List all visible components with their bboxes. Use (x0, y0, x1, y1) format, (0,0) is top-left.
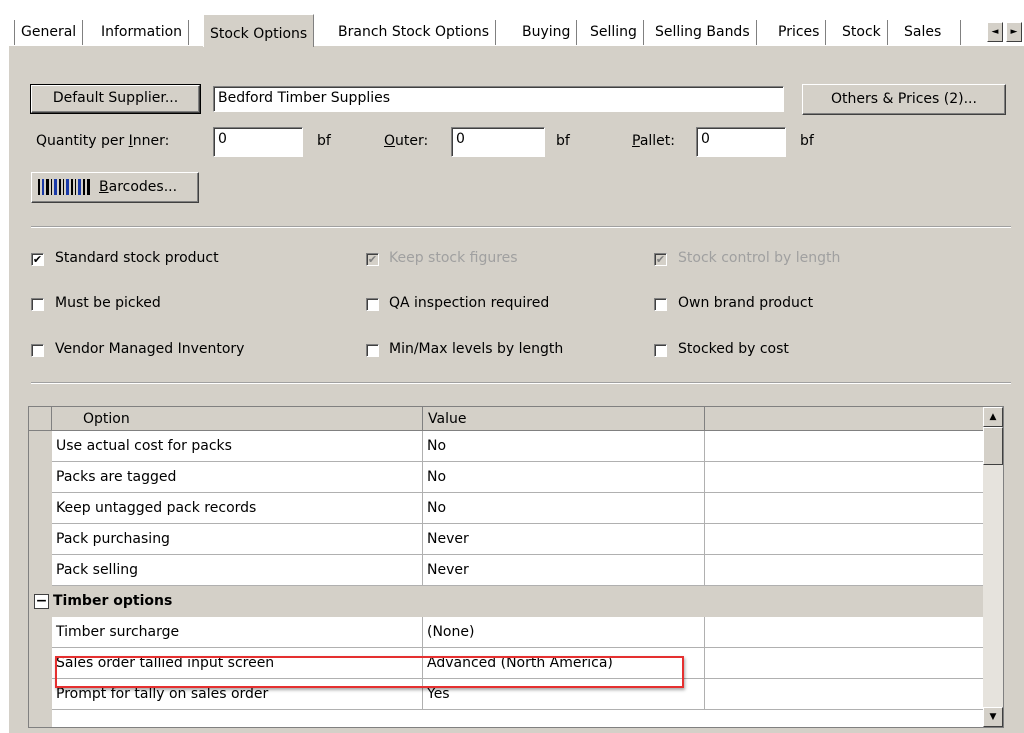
outer-unit-label: bf (556, 133, 570, 149)
tab-scroll-right-icon[interactable]: ► (1006, 22, 1022, 42)
default-supplier-button[interactable]: Default Supplier... (30, 84, 201, 114)
collapse-group-icon[interactable]: − (34, 594, 49, 609)
grid-header-extra[interactable] (705, 407, 985, 431)
table-row-value[interactable]: No (423, 493, 705, 524)
table-row-option[interactable]: Pack purchasing (52, 524, 423, 555)
table-row-option[interactable]: Pack selling (52, 555, 423, 586)
table-row-value[interactable]: Never (423, 524, 705, 555)
stocked-by-cost-checkbox[interactable] (654, 344, 667, 357)
tab-bar: General Information Stock Options Branch… (0, 0, 1024, 47)
table-row-extra[interactable] (705, 555, 985, 586)
table-row-option[interactable]: Keep untagged pack records (52, 493, 423, 524)
grid-scrollbar[interactable]: ▲ ▼ (983, 407, 1003, 727)
group-title: Timber options (53, 593, 173, 609)
separator-2 (31, 382, 1011, 384)
tab-stock[interactable]: Stock (836, 20, 888, 46)
tab-stock-options[interactable]: Stock Options (203, 14, 315, 47)
grid-indent-2 (29, 617, 52, 727)
table-row-value[interactable]: Never (423, 555, 705, 586)
table-row-option[interactable]: Timber surcharge (52, 617, 423, 648)
pallet-unit-label: bf (800, 133, 814, 149)
quantity-per-inner-label: Quantity per Inner: (36, 133, 170, 149)
own-brand-product-checkbox[interactable] (654, 298, 667, 311)
scroll-up-icon[interactable]: ▲ (983, 407, 1003, 427)
qa-inspection-required-label: QA inspection required (389, 295, 550, 311)
table-row-extra[interactable] (705, 524, 985, 555)
table-row-extra[interactable] (705, 431, 985, 462)
stock-control-by-length-checkbox: ✔ (654, 253, 667, 266)
grid-header-corner (29, 407, 52, 431)
table-row-option[interactable]: Use actual cost for packs (52, 431, 423, 462)
group-row-timber-options[interactable]: Timber options (29, 586, 985, 617)
tab-branch-stock-options[interactable]: Branch Stock Options (332, 20, 497, 46)
scroll-down-icon[interactable]: ▼ (983, 707, 1003, 727)
outer-quantity-field[interactable]: 0 (451, 127, 545, 157)
grid-header-value[interactable]: Value (423, 407, 705, 431)
tab-prices[interactable]: Prices (772, 20, 827, 46)
tab-selling[interactable]: Selling (584, 20, 644, 46)
keep-stock-figures-label: Keep stock figures (389, 250, 518, 266)
inner-quantity-field[interactable]: 0 (213, 127, 303, 157)
table-row-value[interactable]: (None) (423, 617, 705, 648)
tab-information[interactable]: Information (95, 20, 190, 46)
barcodes-button[interactable]: Barcodes... (31, 172, 199, 203)
standard-stock-product-label: Standard stock product (55, 250, 219, 266)
table-row-extra[interactable] (705, 679, 985, 710)
barcode-icon (38, 179, 90, 195)
min-max-levels-by-length-checkbox[interactable] (366, 344, 379, 357)
others-and-prices-button[interactable]: Others & Prices (2)... (802, 84, 1006, 115)
stock-control-by-length-label: Stock control by length (678, 250, 841, 266)
tab-sales[interactable]: Sales (898, 20, 961, 46)
tab-general[interactable]: General (14, 20, 84, 46)
tab-selling-bands[interactable]: Selling Bands (649, 20, 757, 46)
own-brand-product-label: Own brand product (678, 295, 814, 311)
tab-buying[interactable]: Buying (516, 20, 578, 46)
tab-scroll-left-icon[interactable]: ◄ (987, 22, 1003, 42)
table-row-extra[interactable] (705, 648, 985, 679)
inner-unit-label: bf (317, 133, 331, 149)
default-supplier-field[interactable]: Bedford Timber Supplies (213, 86, 784, 112)
pallet-label: Pallet: (632, 133, 676, 149)
min-max-levels-by-length-label: Min/Max levels by length (389, 341, 564, 357)
must-be-picked-label: Must be picked (55, 295, 161, 311)
table-row-value[interactable]: No (423, 431, 705, 462)
table-row-extra[interactable] (705, 493, 985, 524)
outer-label: Outer: (384, 133, 429, 149)
highlight-annotation (55, 656, 684, 688)
standard-stock-product-checkbox[interactable]: ✔ (31, 253, 44, 266)
must-be-picked-checkbox[interactable] (31, 298, 44, 311)
table-row-value[interactable]: No (423, 462, 705, 493)
vendor-managed-inventory-checkbox[interactable] (31, 344, 44, 357)
table-row-extra[interactable] (705, 462, 985, 493)
scroll-thumb[interactable] (983, 427, 1003, 465)
keep-stock-figures-checkbox: ✔ (366, 253, 379, 266)
table-row-option[interactable]: Packs are tagged (52, 462, 423, 493)
table-row-extra[interactable] (705, 617, 985, 648)
separator-1 (31, 226, 1011, 228)
stocked-by-cost-label: Stocked by cost (678, 341, 789, 357)
pallet-quantity-field[interactable]: 0 (696, 127, 786, 157)
qa-inspection-required-checkbox[interactable] (366, 298, 379, 311)
vendor-managed-inventory-label: Vendor Managed Inventory (55, 341, 245, 357)
grid-header-option[interactable]: Option (52, 407, 423, 431)
